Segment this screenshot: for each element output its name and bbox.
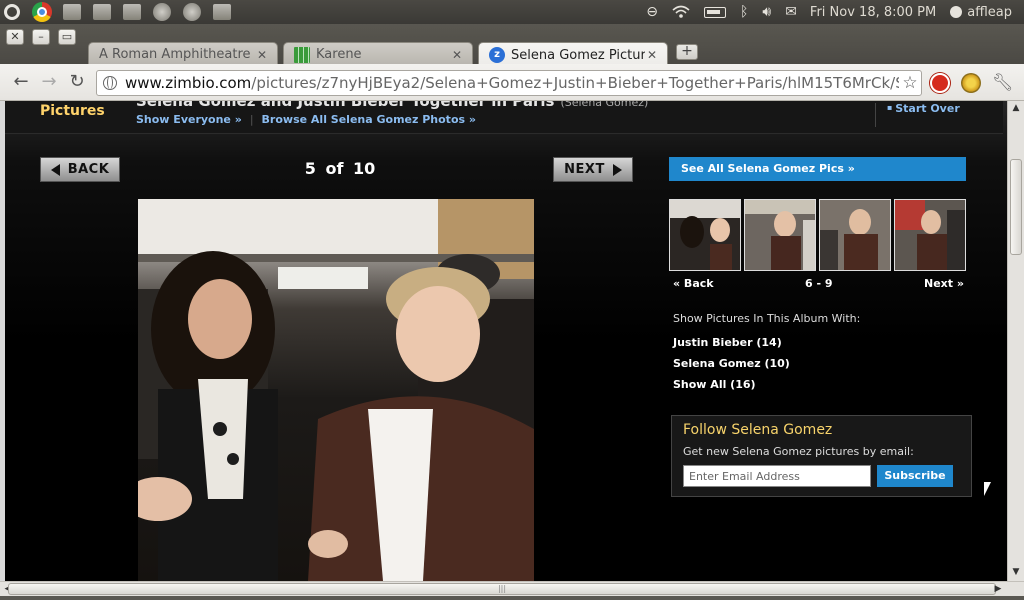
system-tray: ⊖ ᛒ 🔊︎ ✉ Fri Nov 18, 8:00 PM affleap bbox=[639, 0, 1024, 24]
gallery-links: Show Everyone » | Browse All Selena Gomez … bbox=[136, 113, 476, 126]
clock[interactable]: Fri Nov 18, 8:00 PM bbox=[810, 5, 936, 20]
album-filter-label: Show Pictures In This Album With: bbox=[673, 312, 861, 325]
section-label[interactable]: Pictures bbox=[40, 103, 105, 119]
gallery-title-text: Selena Gomez and Justin Bieber Together … bbox=[136, 101, 555, 110]
panel-launchers bbox=[0, 0, 240, 24]
next-button-label: NEXT bbox=[564, 162, 605, 177]
spreadsheet-icon bbox=[294, 46, 310, 63]
thumbnail-3[interactable] bbox=[819, 199, 891, 271]
extension-gear-icon[interactable] bbox=[961, 73, 981, 93]
close-icon[interactable]: ✕ bbox=[645, 48, 659, 62]
album-link-show-all[interactable]: Show All (16) bbox=[673, 378, 756, 391]
browser-titlebar: ✕ – ▭ A Roman Amphitheatre ✕ Karene ✕ z … bbox=[0, 24, 1024, 67]
thumbs-next-link[interactable]: Next » bbox=[924, 277, 964, 290]
gallery-title: Selena Gomez and Justin Bieber Together … bbox=[136, 101, 648, 110]
subscribe-button[interactable]: Subscribe bbox=[877, 465, 953, 487]
gallery-title-tag: (Selena Gomez) bbox=[560, 101, 649, 109]
bookmark-star-icon[interactable]: ☆ bbox=[899, 73, 921, 93]
url-text[interactable]: www.zimbio.com/pictures/z7nyHjBEya2/Sele… bbox=[125, 74, 899, 92]
user-icon bbox=[950, 6, 963, 18]
box-launcher-icon[interactable] bbox=[90, 1, 114, 23]
tab-title: Karene bbox=[316, 47, 362, 62]
follow-description: Get new Selena Gomez pictures by email: bbox=[683, 445, 914, 458]
mouse-cursor-icon bbox=[984, 482, 991, 496]
show-everyone-link[interactable]: Show Everyone » bbox=[136, 113, 242, 126]
browser-toolbar: ← → ↻ www.zimbio.com/pictures/z7nyHjBEya… bbox=[0, 64, 1024, 101]
user-menu[interactable]: affleap bbox=[950, 5, 1012, 20]
album-link-justin-bieber[interactable]: Justin Bieber (14) bbox=[673, 336, 782, 349]
follow-box: Follow Selena Gomez Get new Selena Gomez… bbox=[671, 415, 972, 497]
chat-launcher-icon[interactable] bbox=[210, 1, 234, 23]
see-all-pics-button[interactable]: See All Selena Gomez Pics » bbox=[669, 157, 966, 181]
thumbnail-1[interactable] bbox=[669, 199, 741, 271]
horizontal-scrollbar[interactable]: ◀ ||| ▶ bbox=[0, 581, 1024, 596]
stop-icon[interactable]: ⊖ bbox=[646, 4, 658, 20]
album-link-selena-gomez[interactable]: Selena Gomez (10) bbox=[673, 357, 790, 370]
gallery-header: Pictures Selena Gomez and Justin Bieber … bbox=[5, 101, 1003, 134]
photo-counter: 5 of 10 bbox=[300, 159, 380, 178]
window-close-button[interactable]: ✕ bbox=[6, 29, 24, 45]
globe-launcher-icon[interactable] bbox=[150, 1, 174, 23]
start-over-link[interactable]: Start Over bbox=[887, 102, 960, 115]
address-bar[interactable]: www.zimbio.com/pictures/z7nyHjBEya2/Sele… bbox=[96, 70, 922, 96]
counter-of: of bbox=[325, 159, 344, 178]
web-page: Pictures Selena Gomez and Justin Bieber … bbox=[0, 101, 1007, 581]
new-tab-button[interactable]: + bbox=[676, 44, 698, 60]
vertical-scroll-thumb[interactable] bbox=[1010, 159, 1022, 255]
counter-current: 5 bbox=[304, 159, 316, 178]
horizontal-scroll-thumb[interactable]: ||| bbox=[8, 583, 996, 595]
bluetooth-icon[interactable]: ᛒ bbox=[740, 4, 748, 20]
scroll-down-arrow-icon[interactable]: ▼ bbox=[1008, 565, 1024, 580]
tab-karene[interactable]: Karene ✕ bbox=[283, 42, 473, 66]
close-icon[interactable]: ✕ bbox=[450, 48, 464, 62]
tab-title: A Roman Amphitheatre bbox=[99, 47, 251, 62]
wrench-menu-icon[interactable]: 🔧︎ bbox=[992, 73, 1014, 93]
scroll-right-arrow-icon[interactable]: ▶ bbox=[990, 582, 1006, 597]
window-minimize-button[interactable]: – bbox=[32, 29, 50, 45]
chrome-launcher-icon[interactable] bbox=[30, 1, 54, 23]
url-host: www.zimbio.com bbox=[125, 74, 252, 92]
thumbnail-4[interactable] bbox=[894, 199, 966, 271]
system-top-panel: ⊖ ᛒ 🔊︎ ✉ Fri Nov 18, 8:00 PM affleap bbox=[0, 0, 1024, 24]
forward-arrow-icon[interactable]: → bbox=[39, 72, 59, 92]
tab-title: Selena Gomez Pictures bbox=[511, 47, 645, 63]
triangle-right-icon bbox=[612, 163, 622, 176]
main-photo[interactable] bbox=[138, 199, 534, 581]
next-button[interactable]: NEXT bbox=[553, 157, 633, 182]
battery-icon[interactable] bbox=[703, 6, 726, 18]
counter-total: 10 bbox=[352, 159, 376, 178]
back-button-label: BACK bbox=[67, 162, 110, 177]
scroll-up-arrow-icon[interactable]: ▲ bbox=[1008, 101, 1024, 116]
vertical-scrollbar[interactable]: ▲ ▼ bbox=[1007, 101, 1024, 581]
thumbs-back-link[interactable]: « Back bbox=[673, 277, 714, 290]
volume-icon[interactable]: 🔊︎ bbox=[762, 4, 771, 20]
back-button[interactable]: BACK bbox=[40, 157, 120, 182]
email-input[interactable] bbox=[683, 465, 871, 487]
follow-title: Follow Selena Gomez bbox=[683, 422, 833, 438]
thumbnail-2[interactable] bbox=[744, 199, 816, 271]
close-icon[interactable]: ✕ bbox=[255, 48, 269, 62]
tab-roman-amphitheatre[interactable]: A Roman Amphitheatre ✕ bbox=[88, 42, 278, 66]
user-name: affleap bbox=[967, 4, 1012, 20]
adblock-icon[interactable] bbox=[930, 73, 950, 93]
back-arrow-icon[interactable]: ← bbox=[11, 72, 31, 92]
thumbs-range: 6 - 9 bbox=[805, 277, 833, 290]
triangle-left-icon bbox=[50, 163, 60, 176]
disc-launcher-icon[interactable] bbox=[180, 1, 204, 23]
ubuntu-menu-icon[interactable] bbox=[0, 1, 24, 23]
printer-launcher-icon[interactable] bbox=[60, 1, 84, 23]
mail-icon[interactable]: ✉ bbox=[785, 4, 797, 20]
globe-icon bbox=[103, 76, 117, 90]
reload-icon[interactable]: ↻ bbox=[67, 72, 87, 92]
window-maximize-button[interactable]: ▭ bbox=[58, 29, 76, 45]
url-path: /pictures/z7nyHjBEya2/Selena+Gomez+Justi… bbox=[251, 74, 899, 92]
browse-all-photos-link[interactable]: Browse All Selena Gomez Photos » bbox=[262, 113, 476, 126]
wifi-icon[interactable] bbox=[672, 5, 690, 19]
editor-launcher-icon[interactable] bbox=[120, 1, 144, 23]
zimbio-icon: z bbox=[489, 47, 505, 63]
